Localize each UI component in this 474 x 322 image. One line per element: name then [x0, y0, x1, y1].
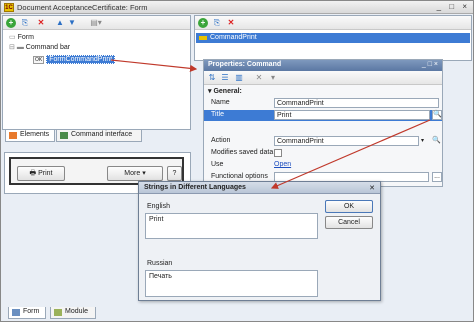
arrow-to-command — [110, 59, 198, 72]
annotation-arrows — [110, 59, 431, 189]
arrow-to-dialog — [270, 119, 431, 189]
